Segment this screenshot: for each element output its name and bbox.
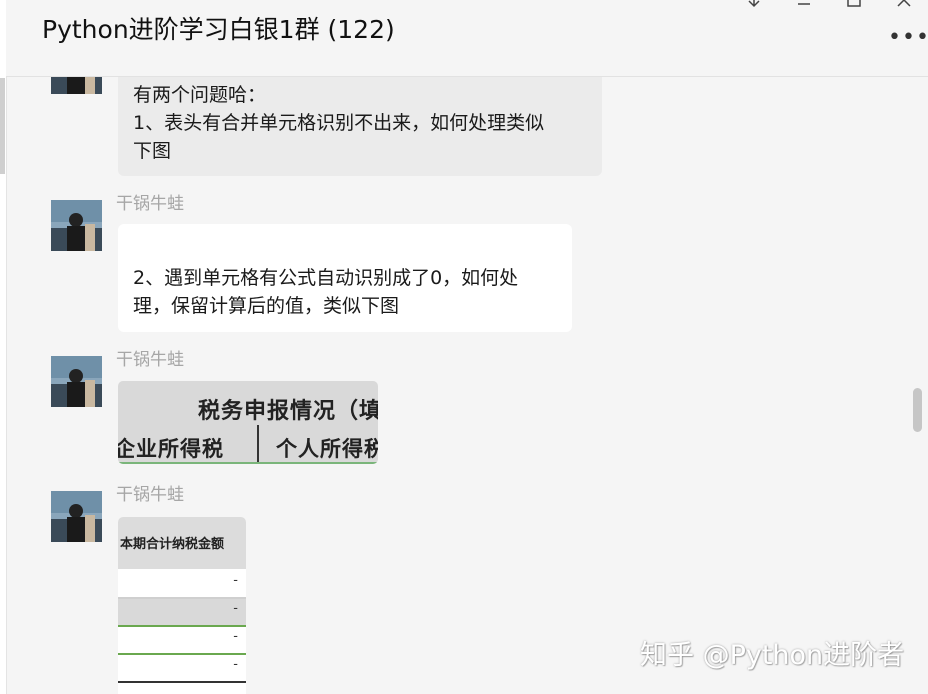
message-text: 有两个问题哈： [133, 84, 267, 106]
pin-icon[interactable] [744, 0, 764, 10]
sender-name: 干锅牛蛙 [116, 194, 184, 214]
image-text-left: 企业所得税 [118, 437, 224, 461]
scrollbar-thumb[interactable] [913, 388, 922, 432]
avatar[interactable] [51, 356, 102, 407]
close-icon[interactable] [894, 0, 914, 10]
table-cell-value: - [233, 657, 238, 672]
chat-title: Python进阶学习白银1群 (122) [42, 15, 395, 44]
watermark: 知乎 @Python进阶者 [640, 640, 905, 671]
minimize-icon[interactable] [794, 0, 814, 10]
avatar[interactable] [51, 200, 102, 251]
more-options-icon[interactable]: ••• [888, 27, 928, 49]
left-panel-selection [0, 78, 5, 174]
table-cell-value: - [233, 601, 238, 616]
table-row: - [118, 599, 246, 625]
table-cell-value: - [233, 573, 238, 588]
table-row-divider [118, 681, 246, 683]
maximize-icon[interactable] [844, 0, 864, 10]
message-bubble[interactable]: 有两个问题哈： 1、表头有合并单元格识别不出来，如何处理类似 下图 [118, 77, 602, 176]
avatar[interactable] [51, 491, 102, 542]
message-bubble[interactable]: 2、遇到单元格有公式自动识别成了0，如何处 理，保留计算后的值，类似下图 [118, 224, 572, 332]
table-row: - [118, 627, 246, 653]
image-text-right: 个人所得税 [276, 437, 378, 461]
image-cell-divider [257, 425, 259, 464]
table-row: - [118, 655, 246, 681]
sender-name: 干锅牛蛙 [116, 350, 184, 370]
image-message-formula-table[interactable]: 本期合计纳税金额 - - - - [118, 517, 246, 694]
message-text: 2、遇到单元格有公式自动识别成了0，如何处 [133, 267, 519, 289]
image-message-merged-header[interactable]: 税务申报情况（填 企业所得税 个人所得税 [118, 381, 378, 464]
avatar[interactable] [51, 77, 102, 94]
image-border-line [118, 462, 378, 464]
table-header-text: 本期合计纳税金额 [120, 537, 225, 552]
sender-name: 干锅牛蛙 [116, 485, 184, 505]
image-text-title: 税务申报情况（填 [198, 399, 378, 424]
message-text: 1、表头有合并单元格识别不出来，如何处理类似 [133, 112, 545, 134]
chat-header: Python进阶学习白银1群 (122) ••• [6, 0, 928, 77]
table-header-cell: 本期合计纳税金额 [118, 517, 246, 569]
message-text: 理，保留计算后的值，类似下图 [133, 295, 400, 317]
message-list[interactable]: 有两个问题哈： 1、表头有合并单元格识别不出来，如何处理类似 下图 干锅牛蛙 2… [6, 77, 906, 694]
table-row: - [118, 571, 246, 597]
table-cell-value: - [233, 629, 238, 644]
message-text: 下图 [133, 140, 172, 162]
